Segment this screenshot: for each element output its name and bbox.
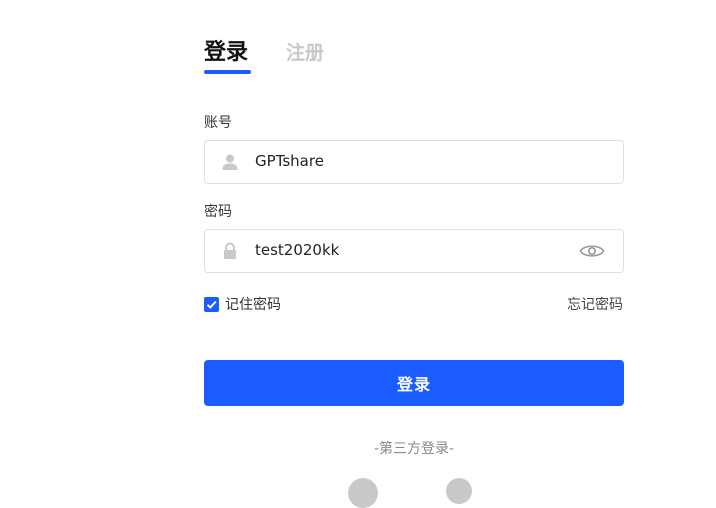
lock-icon: [224, 242, 236, 259]
wechat-icon[interactable]: [348, 478, 378, 508]
qq-icon[interactable]: [446, 478, 472, 504]
check-icon: [206, 300, 217, 309]
account-label: 账号: [204, 115, 232, 131]
password-field[interactable]: test2020kk: [204, 229, 624, 273]
account-value: GPTshare: [255, 152, 324, 170]
login-button[interactable]: 登录: [204, 360, 624, 406]
remember-label: 记住密码: [225, 297, 281, 313]
account-field[interactable]: GPTshare: [204, 140, 624, 184]
password-value: test2020kk: [255, 241, 340, 259]
remember-checkbox[interactable]: [204, 296, 219, 312]
eye-icon[interactable]: [579, 241, 605, 261]
third-party-login-label: -第三方登录-: [373, 441, 455, 457]
active-tab-underline: [204, 70, 251, 74]
login-options: 记住密码 忘记密码: [204, 294, 624, 314]
forgot-password-link[interactable]: 忘记密码: [567, 294, 623, 314]
remember-password[interactable]: 记住密码: [204, 294, 281, 314]
password-label: 密码: [204, 204, 232, 220]
tab-login[interactable]: 登录: [204, 34, 248, 66]
tab-register[interactable]: 注册: [286, 38, 324, 65]
user-icon: [222, 154, 238, 170]
